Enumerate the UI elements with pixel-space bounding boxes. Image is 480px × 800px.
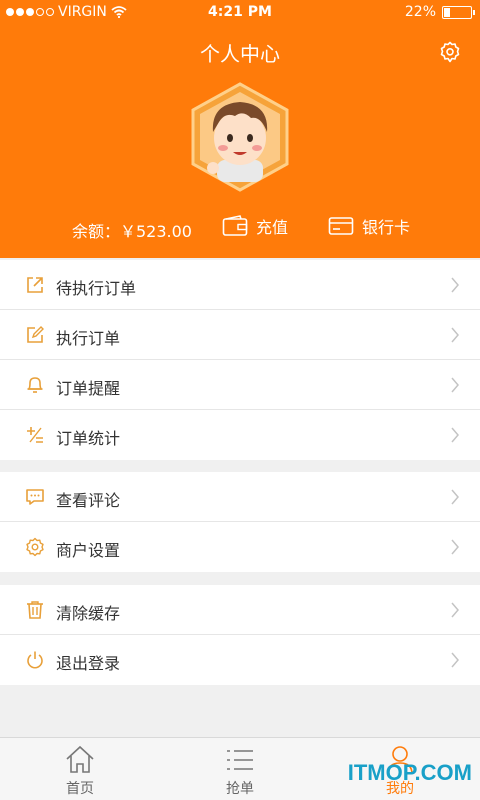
bell-icon	[27, 377, 43, 393]
bank-card-button[interactable]: 银行卡	[328, 214, 410, 238]
home-icon	[66, 745, 94, 773]
menu-item-label: 执行订单	[56, 329, 121, 348]
status-bar: VIRGIN 4:21 PM 22%	[0, 0, 480, 24]
external-link-icon	[27, 277, 43, 293]
list-icon	[227, 750, 253, 770]
menu-item-label: 退出登录	[56, 654, 121, 673]
menu-item-pending-orders[interactable]: 待执行订单	[0, 260, 480, 310]
page-title: 个人中心	[200, 42, 280, 66]
chevron-right-icon	[451, 489, 459, 505]
gear-icon	[26, 537, 44, 557]
recharge-button[interactable]: 充值	[222, 214, 288, 238]
chevron-right-icon	[451, 602, 459, 618]
tab-label: 首页	[66, 781, 94, 797]
wallet-icon	[222, 215, 248, 236]
battery-icon	[442, 5, 475, 19]
chevron-right-icon	[451, 277, 459, 293]
comment-icon	[26, 489, 44, 505]
bank-card-label: 银行卡	[362, 218, 411, 237]
menu-item-clear-cache[interactable]: 清除缓存	[0, 585, 480, 635]
avatar[interactable]	[185, 82, 295, 192]
menu-item-label: 清除缓存	[56, 604, 121, 623]
menu-item-executing-orders[interactable]: 执行订单	[0, 310, 480, 360]
bank-card-icon	[328, 217, 354, 235]
chevron-right-icon	[451, 539, 459, 555]
power-icon	[27, 651, 43, 669]
menu-group-orders: 待执行订单 执行订单 订单提醒 订单统计	[0, 260, 480, 460]
menu-item-label: 查看评论	[56, 491, 121, 510]
trash-icon	[27, 601, 43, 619]
plus-minus-icon	[27, 427, 43, 443]
chevron-right-icon	[451, 427, 459, 443]
balance-text: 余额：￥523.00	[72, 222, 192, 241]
tab-home[interactable]: 首页	[0, 738, 160, 800]
menu-group-merchant: 查看评论 商户设置	[0, 472, 480, 572]
battery-percent: 22%	[404, 4, 436, 20]
recharge-label: 充值	[256, 218, 289, 237]
menu-item-label: 订单提醒	[56, 379, 121, 398]
tab-label: 抢单	[226, 781, 254, 797]
menu-item-label: 订单统计	[56, 429, 121, 448]
menu-item-merchant-settings[interactable]: 商户设置	[0, 522, 480, 572]
menu-item-logout[interactable]: 退出登录	[0, 635, 480, 685]
menu-group-account: 清除缓存 退出登录	[0, 585, 480, 685]
menu-item-order-statistics[interactable]: 订单统计	[0, 410, 480, 460]
battery-status: 22%	[404, 4, 475, 20]
menu-item-order-reminder[interactable]: 订单提醒	[0, 360, 480, 410]
menu-item-view-comments[interactable]: 查看评论	[0, 472, 480, 522]
watermark: ITMOP.COM	[347, 760, 472, 785]
chevron-right-icon	[451, 652, 459, 668]
menu-item-label: 待执行订单	[56, 279, 137, 298]
tab-grab-orders[interactable]: 抢单	[160, 738, 320, 800]
profile-header: VIRGIN 4:21 PM 22% 个人中心 余额：￥523.00 充值 银行…	[0, 0, 480, 258]
edit-icon	[27, 326, 44, 343]
wallet-bar: 余额：￥523.00 充值 银行卡	[0, 212, 480, 242]
chevron-right-icon	[451, 377, 459, 393]
menu-item-label: 商户设置	[56, 541, 121, 560]
chevron-right-icon	[451, 327, 459, 343]
settings-gear-icon[interactable]	[438, 40, 462, 64]
